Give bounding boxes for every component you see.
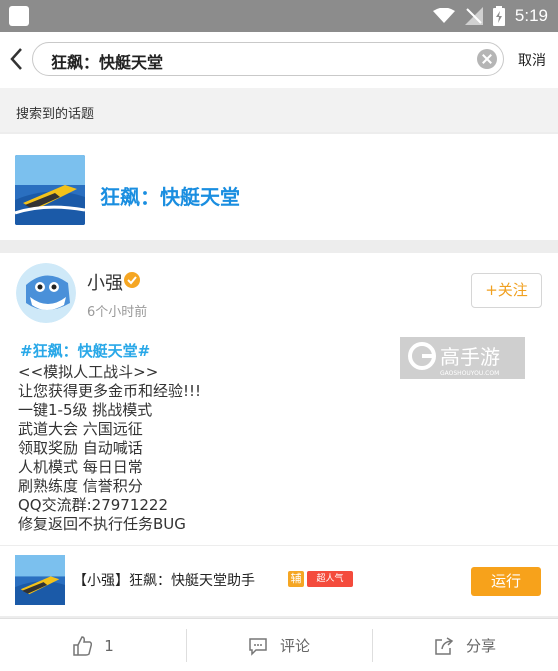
search-query[interactable]: 狂飙：快艇天堂 [51,49,163,73]
app-notification-icon [9,6,29,26]
popular-badge: 超人气 [307,571,353,587]
topic-thumbnail [15,155,85,225]
helper-thumbnail [15,555,65,605]
helper-title[interactable]: 【小强】狂飙：快艇天堂助手 [73,570,255,590]
watermark-text: 高手游 [440,345,500,369]
avatar[interactable] [16,263,76,323]
topic-title[interactable]: 狂飙：快艇天堂 [100,181,240,210]
hashtag-link[interactable]: #狂飙：快艇天堂# [20,340,150,361]
post-content: <<模拟人工战斗>> 让您获得更多金币和经验!!! 一键1-5级 挑战模式 武道… [18,363,201,534]
content-line: 领取奖励 自动喊话 [18,439,143,457]
search-bar: 狂飙：快艇天堂 取消 [0,32,558,88]
username[interactable]: 小强 [87,269,123,295]
post-time: 6个小时前 [87,305,148,320]
signal-icon [464,7,483,25]
helper-app-row[interactable]: 【小强】狂飙：快艇天堂助手 辅 超人气 运行 [0,546,558,616]
share-button[interactable]: 分享 [372,619,558,671]
section-header: 搜索到的话题 [0,88,558,132]
content-line: 一键1-5级 挑战模式 [18,401,153,419]
content-line: <<模拟人工战斗>> [18,363,159,381]
content-line: 人机模式 每日日常 [18,458,143,476]
back-arrow-icon[interactable] [6,44,28,74]
content-line: QQ交流群:27971222 [18,496,169,514]
run-button[interactable]: 运行 [471,567,541,596]
comment-button[interactable]: 评论 [186,619,372,671]
post-card: 小强 6个小时前 +关注 #狂飙：快艇天堂# <<模拟人工战斗>> 让您获得更多… [0,253,558,545]
topic-result[interactable]: 狂飙：快艇天堂 [0,134,558,240]
watermark-domain: GAOSHOUYOU.COM [440,370,499,377]
comment-icon [249,637,267,656]
thumbs-up-icon [73,635,93,656]
content-line: 武道大会 六国远征 [18,420,143,438]
like-count: 1 [104,636,114,655]
status-bar: 5:19 [0,0,558,32]
cancel-button[interactable]: 取消 [518,50,546,70]
watermark-logo: 高手游 GAOSHOUYOU.COM [400,337,525,379]
clear-icon[interactable] [477,49,497,69]
follow-button[interactable]: +关注 [471,273,542,308]
like-button[interactable]: 1 [0,619,186,671]
comment-label: 评论 [279,637,310,655]
section-title: 搜索到的话题 [16,107,95,122]
search-input[interactable]: 狂飙：快艇天堂 [32,42,504,76]
verified-badge-icon [124,272,140,288]
content-line: 让您获得更多金币和经验!!! [18,382,202,400]
share-label: 分享 [465,637,496,655]
share-icon [435,636,454,655]
content-line: 刷熟练度 信誉积分 [18,477,143,495]
wifi-icon [432,8,455,23]
battery-icon [492,6,505,26]
action-bar: 1 评论 分享 [0,618,558,671]
assist-badge: 辅 [288,571,304,587]
clock: 5:19 [514,6,548,25]
content-line: 修复返回不执行任务BUG [18,515,186,533]
